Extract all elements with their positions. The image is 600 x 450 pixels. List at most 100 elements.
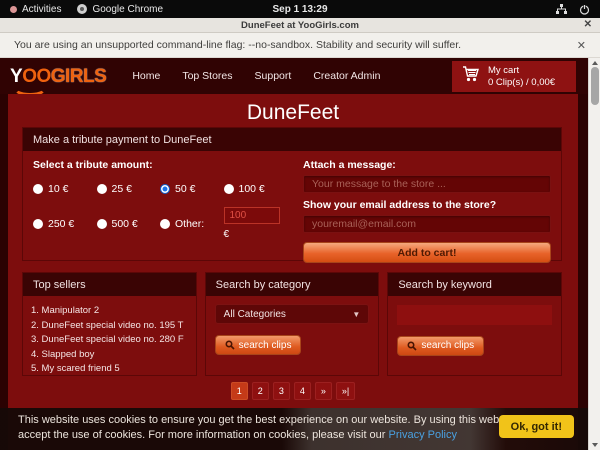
cookie-consent-bar: This website uses cookies to ensure you … bbox=[0, 408, 588, 450]
amount-radio[interactable] bbox=[224, 184, 234, 194]
amount-options: 10 € 25 € 50 € 100 € 250 € 500 € Other: € bbox=[33, 183, 287, 240]
amount-option: 10 € bbox=[33, 183, 97, 195]
top-seller-item[interactable]: 2. DuneFeet special video no. 195 T bbox=[31, 319, 187, 334]
infobar-close-icon[interactable]: ✕ bbox=[577, 39, 586, 52]
top-seller-item[interactable]: 4. Slapped boy bbox=[31, 348, 187, 363]
currency-symbol: € bbox=[224, 229, 288, 240]
scrollbar-down-arrow-icon[interactable] bbox=[592, 443, 598, 447]
amount-option-label: 50 € bbox=[175, 183, 195, 195]
logo-part-oo: OO bbox=[22, 66, 51, 87]
search-icon bbox=[225, 340, 235, 350]
amount-option-label: Other: bbox=[175, 218, 204, 230]
amount-option-label: 500 € bbox=[112, 218, 138, 230]
activities-label: Activities bbox=[22, 4, 61, 15]
network-icon[interactable] bbox=[556, 4, 567, 15]
chrome-icon bbox=[77, 4, 87, 14]
cart-icon bbox=[462, 66, 480, 88]
search-keyword-panel: Search by keyword search clips bbox=[387, 272, 562, 376]
email-input[interactable] bbox=[303, 215, 551, 233]
page-title: DuneFeet bbox=[8, 101, 578, 125]
search-category-panel: Search by category All Categories ▼ sear… bbox=[205, 272, 380, 376]
pagination-button-1[interactable]: 1 bbox=[231, 382, 248, 400]
screen: Activities Google Chrome Sep 1 13:29 Dun… bbox=[0, 0, 600, 450]
infobar-message: You are using an unsupported command-lin… bbox=[14, 39, 461, 51]
amount-option: 500 € bbox=[97, 207, 161, 240]
category-select[interactable]: All Categories ▼ bbox=[215, 304, 370, 324]
add-to-cart-button[interactable]: Add to cart! bbox=[303, 242, 551, 263]
cart-box[interactable]: My cart 0 Clip(s) / 0,00€ bbox=[452, 61, 576, 92]
amount-label: Select a tribute amount: bbox=[33, 159, 287, 171]
search-clips-label: search clips bbox=[239, 340, 292, 351]
pagination: 1234»»| bbox=[8, 382, 578, 400]
privacy-policy-link[interactable]: Privacy Policy bbox=[389, 429, 457, 441]
window-close-icon[interactable]: ✕ bbox=[584, 19, 592, 30]
email-label: Show your email address to the store? bbox=[303, 199, 551, 211]
keyword-input[interactable] bbox=[397, 305, 552, 325]
page-scrollbar[interactable] bbox=[588, 58, 600, 450]
top-seller-item[interactable]: 1. Manipulator 2 bbox=[31, 304, 187, 319]
app-menu-button[interactable]: Google Chrome bbox=[77, 4, 163, 15]
site-header: YOOGIRLS Home Top Stores Support Creator Ad… bbox=[0, 58, 588, 94]
nav-item-creator-admin[interactable]: Creator Admin bbox=[313, 70, 380, 82]
cookie-accept-button[interactable]: Ok, got it! bbox=[499, 415, 574, 438]
logo-part-girls: GIRLS bbox=[51, 66, 107, 87]
pagination-button-4[interactable]: 4 bbox=[294, 382, 311, 400]
amount-option-label: 100 € bbox=[239, 183, 265, 195]
message-label: Attach a message: bbox=[303, 159, 551, 171]
pagination-button-»|[interactable]: »| bbox=[336, 382, 355, 400]
activities-button[interactable]: Activities bbox=[10, 4, 61, 15]
amount-option: 100 € bbox=[224, 183, 288, 195]
pagination-button-2[interactable]: 2 bbox=[252, 382, 269, 400]
search-clips-category-button[interactable]: search clips bbox=[215, 335, 302, 355]
search-clips-label: search clips bbox=[421, 340, 474, 351]
amount-radio[interactable] bbox=[160, 219, 170, 229]
cookie-line-2: accept the use of cookies. For more info… bbox=[18, 428, 537, 443]
amount-radio[interactable] bbox=[97, 219, 107, 229]
top-sellers-panel: Top sellers 1. Manipulator 22. DuneFeet … bbox=[22, 272, 197, 376]
chrome-infobar: You are using an unsupported command-lin… bbox=[0, 33, 600, 58]
search-icon bbox=[407, 341, 417, 351]
scrollbar-up-arrow-icon[interactable] bbox=[592, 61, 598, 65]
tribute-panel: Make a tribute payment to DuneFeet Selec… bbox=[22, 127, 562, 261]
top-sellers-header: Top sellers bbox=[23, 273, 196, 296]
amount-radio-selected[interactable] bbox=[160, 184, 170, 194]
window-title-bar: DuneFeet at YooGirls.com ✕ bbox=[0, 18, 600, 33]
pagination-button-»[interactable]: » bbox=[315, 382, 332, 400]
amount-option: 50 € bbox=[160, 183, 224, 195]
scrollbar-thumb[interactable] bbox=[591, 67, 599, 105]
tribute-panel-header: Make a tribute payment to DuneFeet bbox=[23, 128, 561, 151]
cookie-message: This website uses cookies to ensure you … bbox=[18, 413, 537, 442]
search-clips-keyword-button[interactable]: search clips bbox=[397, 336, 484, 356]
amount-radio[interactable] bbox=[97, 184, 107, 194]
system-top-bar: Activities Google Chrome Sep 1 13:29 bbox=[0, 0, 600, 18]
power-icon[interactable] bbox=[579, 4, 590, 15]
amount-option-label: 10 € bbox=[48, 183, 68, 195]
amount-option: Other: bbox=[160, 207, 224, 240]
site-logo[interactable]: YOOGIRLS bbox=[10, 67, 106, 86]
other-amount-input[interactable] bbox=[224, 207, 280, 224]
cookie-line-1: This website uses cookies to ensure you … bbox=[18, 413, 537, 428]
search-keyword-header: Search by keyword bbox=[388, 273, 561, 296]
page-body: DuneFeet Make a tribute payment to DuneF… bbox=[8, 94, 578, 450]
recording-dot-icon bbox=[10, 6, 17, 13]
nav-item-top-stores[interactable]: Top Stores bbox=[182, 70, 232, 82]
top-seller-item[interactable]: 3. DuneFeet special video no. 280 F bbox=[31, 333, 187, 348]
amount-radio[interactable] bbox=[33, 184, 43, 194]
category-selected-value: All Categories bbox=[224, 309, 286, 320]
nav-item-support[interactable]: Support bbox=[255, 70, 292, 82]
amount-option-label: 250 € bbox=[48, 218, 74, 230]
app-menu-label: Google Chrome bbox=[92, 4, 163, 15]
top-seller-item[interactable]: 5. My scared friend 5 bbox=[31, 362, 187, 377]
cookie-line-2-text: accept the use of cookies. For more info… bbox=[18, 429, 389, 441]
logo-part-y: Y bbox=[10, 66, 22, 87]
amount-option: 250 € bbox=[33, 207, 97, 240]
cart-count: 0 Clip(s) / 0,00€ bbox=[488, 77, 555, 89]
amount-radio[interactable] bbox=[33, 219, 43, 229]
nav-item-home[interactable]: Home bbox=[132, 70, 160, 82]
message-input[interactable] bbox=[303, 175, 551, 193]
pagination-button-3[interactable]: 3 bbox=[273, 382, 290, 400]
top-sellers-list: 1. Manipulator 22. DuneFeet special vide… bbox=[23, 296, 196, 385]
window-title: DuneFeet at YooGirls.com bbox=[241, 20, 359, 31]
amount-option-label: 25 € bbox=[112, 183, 132, 195]
search-category-header: Search by category bbox=[206, 273, 379, 296]
